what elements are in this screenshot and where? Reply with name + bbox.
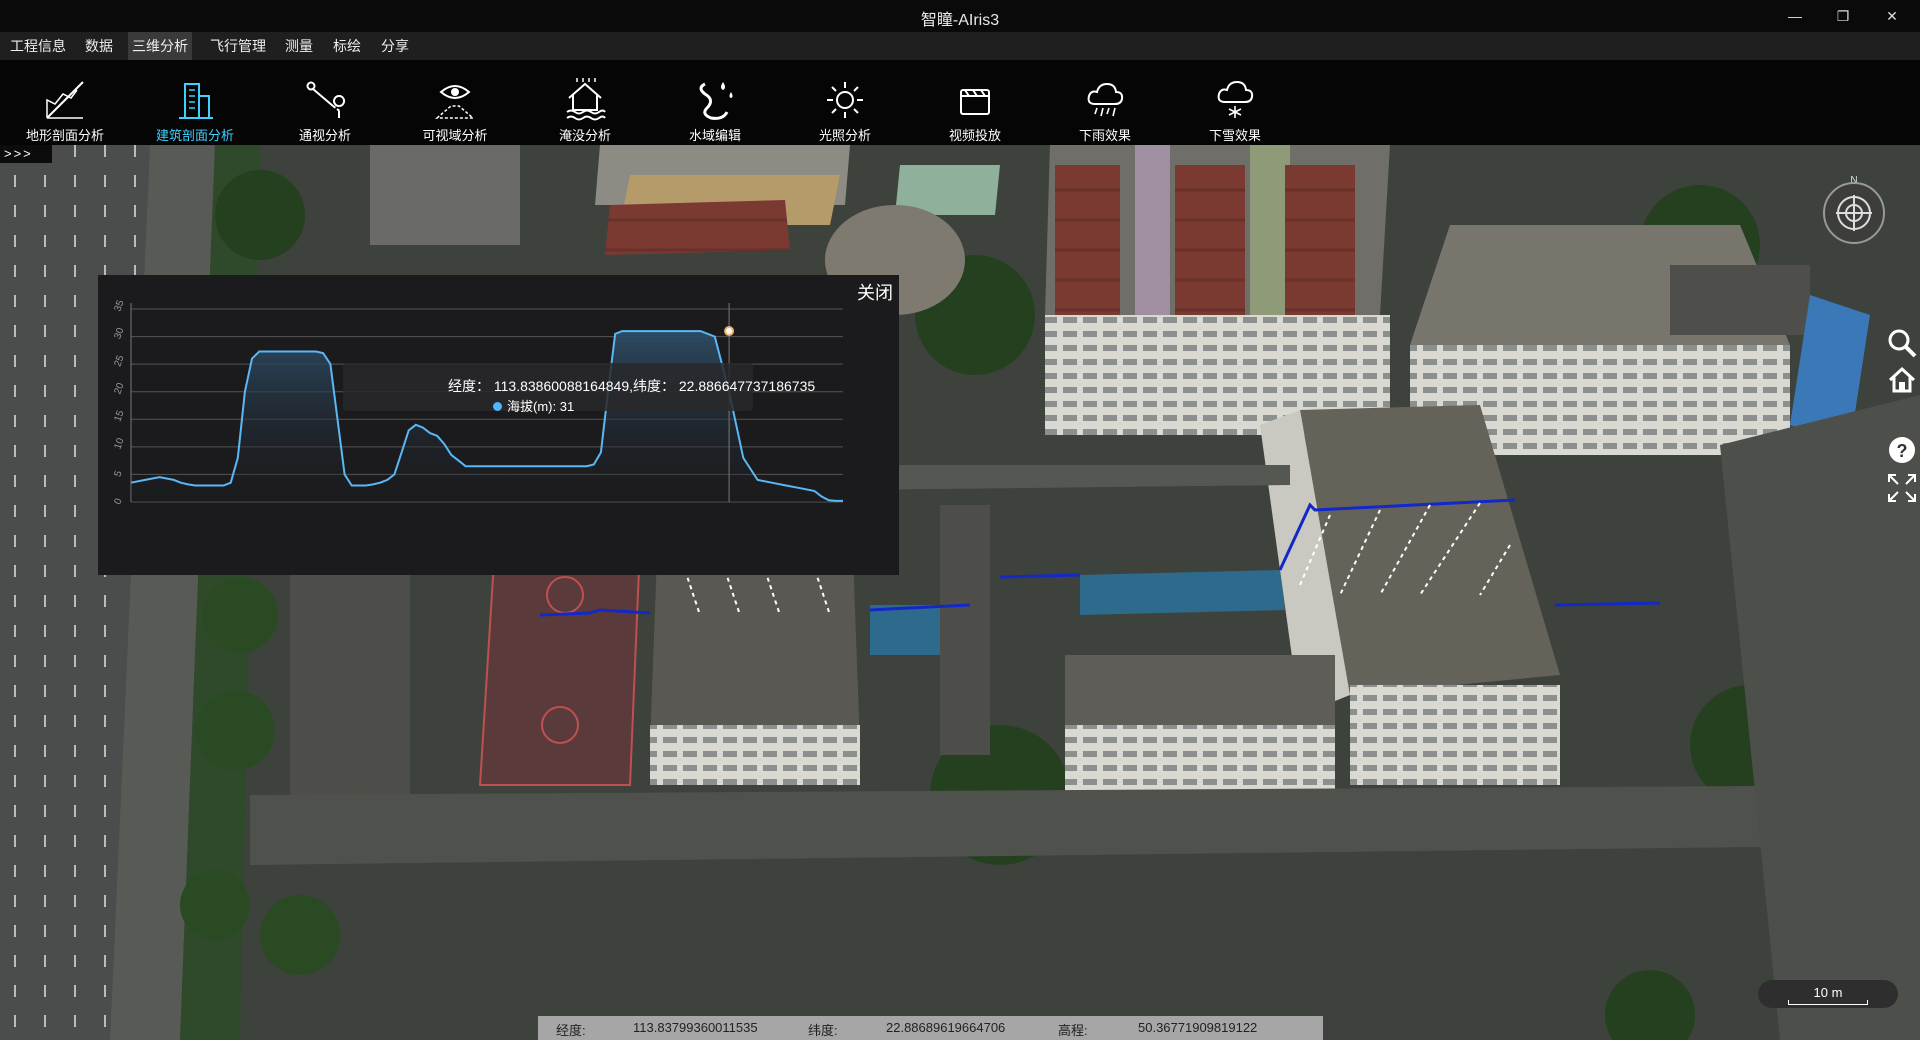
svg-text:?: ? (1897, 441, 1908, 461)
flood-icon (566, 78, 606, 121)
snow-icon (1217, 80, 1254, 118)
tool-label: 可视域分析 (422, 128, 488, 143)
altitude-label: 高程: (1058, 1023, 1088, 1038)
help-icon[interactable]: ? (1884, 432, 1920, 468)
line-of-sight-icon (306, 81, 346, 118)
y-tick-label: 30 (112, 326, 126, 341)
tool-flood[interactable]: 淹没分析 (525, 60, 645, 145)
tool-label: 水域编辑 (688, 128, 741, 143)
menu-measure[interactable]: 测量 (281, 32, 317, 60)
building-profile-icon (179, 83, 213, 119)
y-axis-ticks: 0 5 10 15 20 25 30 35 (112, 298, 126, 506)
fullscreen-icon[interactable] (1884, 470, 1920, 506)
tooltip-value: 海拔(m): 31 (507, 399, 575, 414)
scale-line (1788, 1000, 1868, 1005)
tool-label: 视频投放 (948, 128, 1001, 143)
compass-widget[interactable]: N (1818, 175, 1890, 247)
y-tick-label: 35 (112, 298, 126, 313)
tool-label: 淹没分析 (558, 128, 611, 143)
home-icon[interactable] (1884, 362, 1920, 398)
menu-3d-analysis[interactable]: 三维分析 (128, 32, 192, 60)
minimize-button[interactable]: — (1775, 4, 1815, 28)
tool-label: 下雪效果 (1208, 128, 1261, 143)
tool-terrain-profile[interactable]: 地形剖面分析 (5, 60, 125, 145)
terrain-profile-icon (46, 81, 84, 119)
altitude-value: 50.36771909819122 (1138, 1020, 1258, 1035)
water-edit-icon (699, 82, 733, 120)
close-window-button[interactable]: ✕ (1872, 4, 1912, 28)
tool-viewshed[interactable]: 可视域分析 (395, 60, 515, 145)
hover-point (724, 326, 735, 337)
latitude-label: 纬度: (808, 1023, 838, 1038)
scale-label: 10 m (1813, 985, 1843, 1000)
y-tick-label: 25 (112, 354, 126, 369)
y-tick-label: 0 (112, 497, 124, 506)
building-profile-panel: 关闭 0 5 10 15 20 25 30 35 经度： 113.83860088164849… (98, 275, 899, 575)
tool-label: 光照分析 (818, 128, 871, 143)
y-tick-label: 5 (112, 469, 124, 478)
profile-area (131, 331, 843, 502)
analysis-toolbar: 地形剖面分析 建筑剖面分析 通视分析 可视域分析 淹没分析 水域编辑 光照分析 … (0, 60, 1920, 145)
tool-label: 地形剖面分析 (25, 128, 104, 143)
scale-bar: 10 m (1758, 980, 1898, 1008)
viewshed-icon (434, 85, 476, 119)
close-panel-button[interactable]: 关闭 (857, 279, 893, 305)
menu-bar: 工程信息 数据 三维分析 飞行管理 测量 标绘 分享 0 (0, 32, 1920, 89)
y-tick-label: 10 (112, 436, 126, 451)
tool-line-of-sight[interactable]: 通视分析 (265, 60, 385, 145)
chart-tooltip: 经度： 113.83860088164849,纬度： 22.8866477371… (343, 363, 815, 414)
tool-building-profile[interactable]: 建筑剖面分析 (135, 60, 255, 145)
menu-flight-management[interactable]: 飞行管理 (206, 32, 270, 60)
latitude-value: 22.88689619664706 (886, 1020, 1006, 1035)
menu-share[interactable]: 分享 (377, 32, 413, 60)
tool-snow-effect[interactable]: 下雪效果 (1175, 60, 1295, 145)
coordinate-status-bar: 经度: 113.83799360011535 纬度: 22.8868961966… (538, 1016, 1323, 1040)
elevation-profile-chart[interactable]: 0 5 10 15 20 25 30 35 (98, 275, 899, 575)
panel-expander-button[interactable]: >>> (0, 145, 52, 163)
menu-plot[interactable]: 标绘 (329, 32, 365, 60)
tool-rain-effect[interactable]: 下雨效果 (1045, 60, 1165, 145)
tooltip-elevation: 海拔(m): 31 (493, 396, 574, 415)
y-tick-label: 15 (112, 409, 126, 424)
tool-label: 通视分析 (298, 128, 351, 143)
title-bar: 智瞳-AIris3 — ❐ ✕ (0, 0, 1920, 32)
search-icon[interactable] (1884, 325, 1920, 361)
tooltip-coords: 经度： 113.83860088164849,纬度： 22.8866477371… (448, 378, 816, 394)
tool-water-edit[interactable]: 水域编辑 (655, 60, 775, 145)
tool-label: 下雨效果 (1078, 128, 1131, 143)
tool-label: 建筑剖面分析 (155, 128, 234, 143)
menu-data[interactable]: 数据 (81, 32, 117, 60)
longitude-value: 113.83799360011535 (633, 1020, 758, 1035)
series-dot-icon (493, 402, 502, 411)
rain-icon (1087, 82, 1124, 117)
longitude-label: 经度: (556, 1023, 586, 1038)
menu-project-info[interactable]: 工程信息 (6, 32, 70, 60)
y-tick-label: 20 (112, 381, 126, 396)
restore-button[interactable]: ❐ (1823, 4, 1863, 28)
sunlight-icon (827, 82, 863, 118)
window-title: 智瞳-AIris3 (920, 12, 1000, 29)
video-projection-icon (960, 89, 990, 115)
tool-video-projection[interactable]: 视频投放 (915, 60, 1035, 145)
tool-sunlight[interactable]: 光照分析 (785, 60, 905, 145)
